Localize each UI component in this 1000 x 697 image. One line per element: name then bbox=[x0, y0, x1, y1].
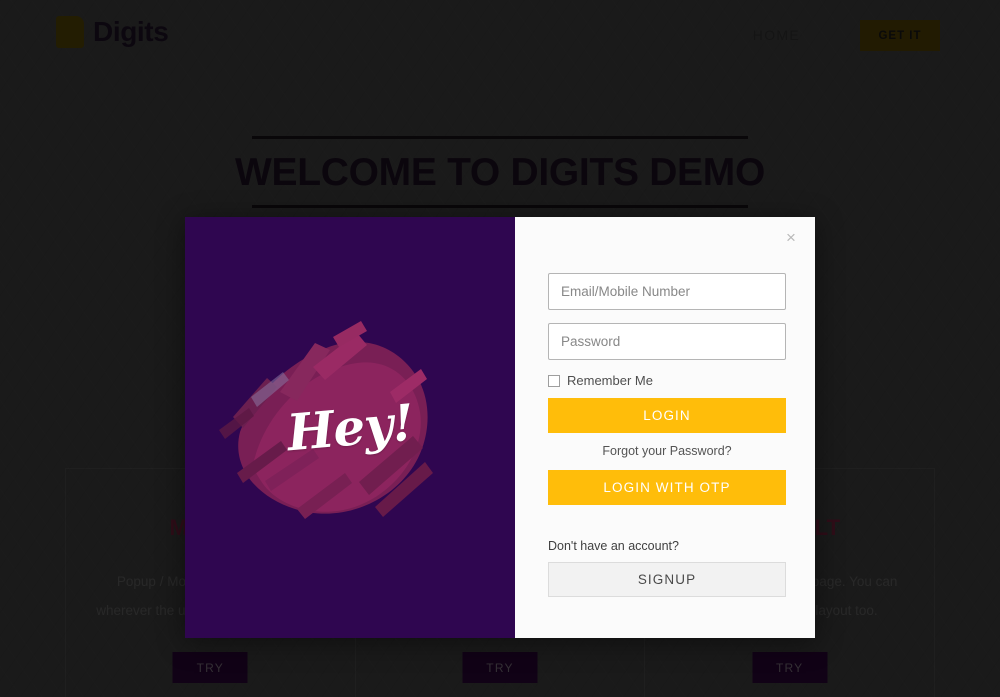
password-input[interactable] bbox=[548, 323, 786, 360]
page-root: Digits HOME GET IT WELCOME TO DIGITS DEM… bbox=[0, 0, 1000, 697]
login-with-otp-button[interactable]: LOGIN WITH OTP bbox=[548, 470, 786, 505]
remember-me-checkbox[interactable] bbox=[548, 374, 560, 387]
email-input[interactable] bbox=[548, 273, 786, 310]
no-account-text: Don't have an account? bbox=[548, 539, 679, 553]
remember-me-label: Remember Me bbox=[567, 373, 653, 388]
login-modal: Hey! × Remember Me LOGIN Forgot your Pas… bbox=[185, 217, 815, 638]
modal-artwork: Hey! bbox=[185, 217, 515, 638]
login-button[interactable]: LOGIN bbox=[548, 398, 786, 433]
forgot-password-link[interactable]: Forgot your Password? bbox=[548, 444, 786, 458]
close-icon[interactable]: × bbox=[780, 226, 802, 248]
login-form: × Remember Me LOGIN Forgot your Password… bbox=[515, 217, 815, 638]
remember-me-row[interactable]: Remember Me bbox=[548, 373, 782, 388]
signup-button[interactable]: SIGNUP bbox=[548, 562, 786, 597]
